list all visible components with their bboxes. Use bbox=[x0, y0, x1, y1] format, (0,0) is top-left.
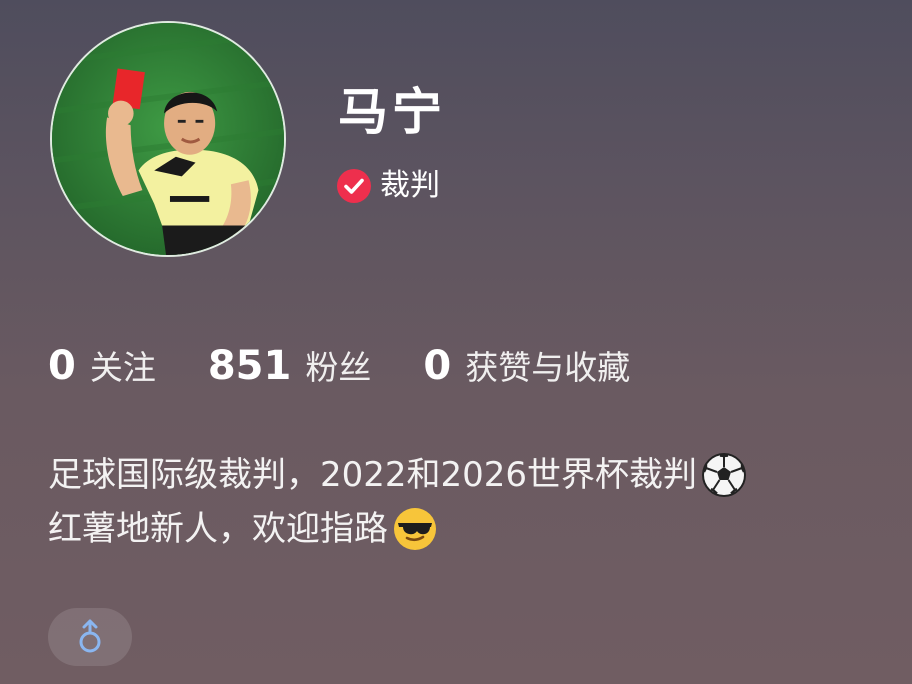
stat-followers[interactable]: 851 粉丝 bbox=[208, 341, 372, 389]
bio-line-2: 红薯地新人，欢迎指路 bbox=[48, 502, 888, 556]
profile-name: 马宁 bbox=[338, 83, 446, 141]
stat-following[interactable]: 0 关注 bbox=[48, 341, 156, 389]
avatar[interactable] bbox=[50, 21, 286, 257]
bio: 足球国际级裁判，2022和2026世界杯裁判 红薯地新人，欢迎指路 bbox=[48, 448, 888, 556]
avatar-image bbox=[52, 23, 284, 255]
following-count: 0 bbox=[48, 343, 76, 389]
followers-label: 粉丝 bbox=[305, 348, 372, 387]
bio-text-2: 红薯地新人，欢迎指路 bbox=[48, 509, 388, 549]
bio-text-1: 足球国际级裁判，2022和2026世界杯裁判 bbox=[48, 455, 698, 495]
bio-line-1: 足球国际级裁判，2022和2026世界杯裁判 bbox=[48, 448, 888, 502]
followers-count: 851 bbox=[207, 343, 292, 389]
likes-label: 获赞与收藏 bbox=[465, 348, 631, 387]
stat-likes[interactable]: 0 获赞与收藏 bbox=[423, 341, 630, 389]
following-label: 关注 bbox=[89, 348, 156, 387]
verified-label: 裁判 bbox=[380, 168, 440, 203]
profile-header: 马宁 裁判 0 关注 851 粉丝 0 获赞与收藏 足球国际级裁判，2022和2… bbox=[0, 0, 912, 684]
gender-badge bbox=[48, 608, 132, 666]
male-icon bbox=[79, 619, 101, 653]
sunglasses-face-icon bbox=[394, 508, 436, 550]
stats-bar: 0 关注 851 粉丝 0 获赞与收藏 bbox=[48, 338, 682, 392]
soccer-ball-icon bbox=[702, 453, 747, 497]
verified-badge[interactable]: 裁判 bbox=[336, 166, 440, 206]
check-badge-icon bbox=[337, 169, 371, 203]
likes-count: 0 bbox=[423, 343, 452, 389]
